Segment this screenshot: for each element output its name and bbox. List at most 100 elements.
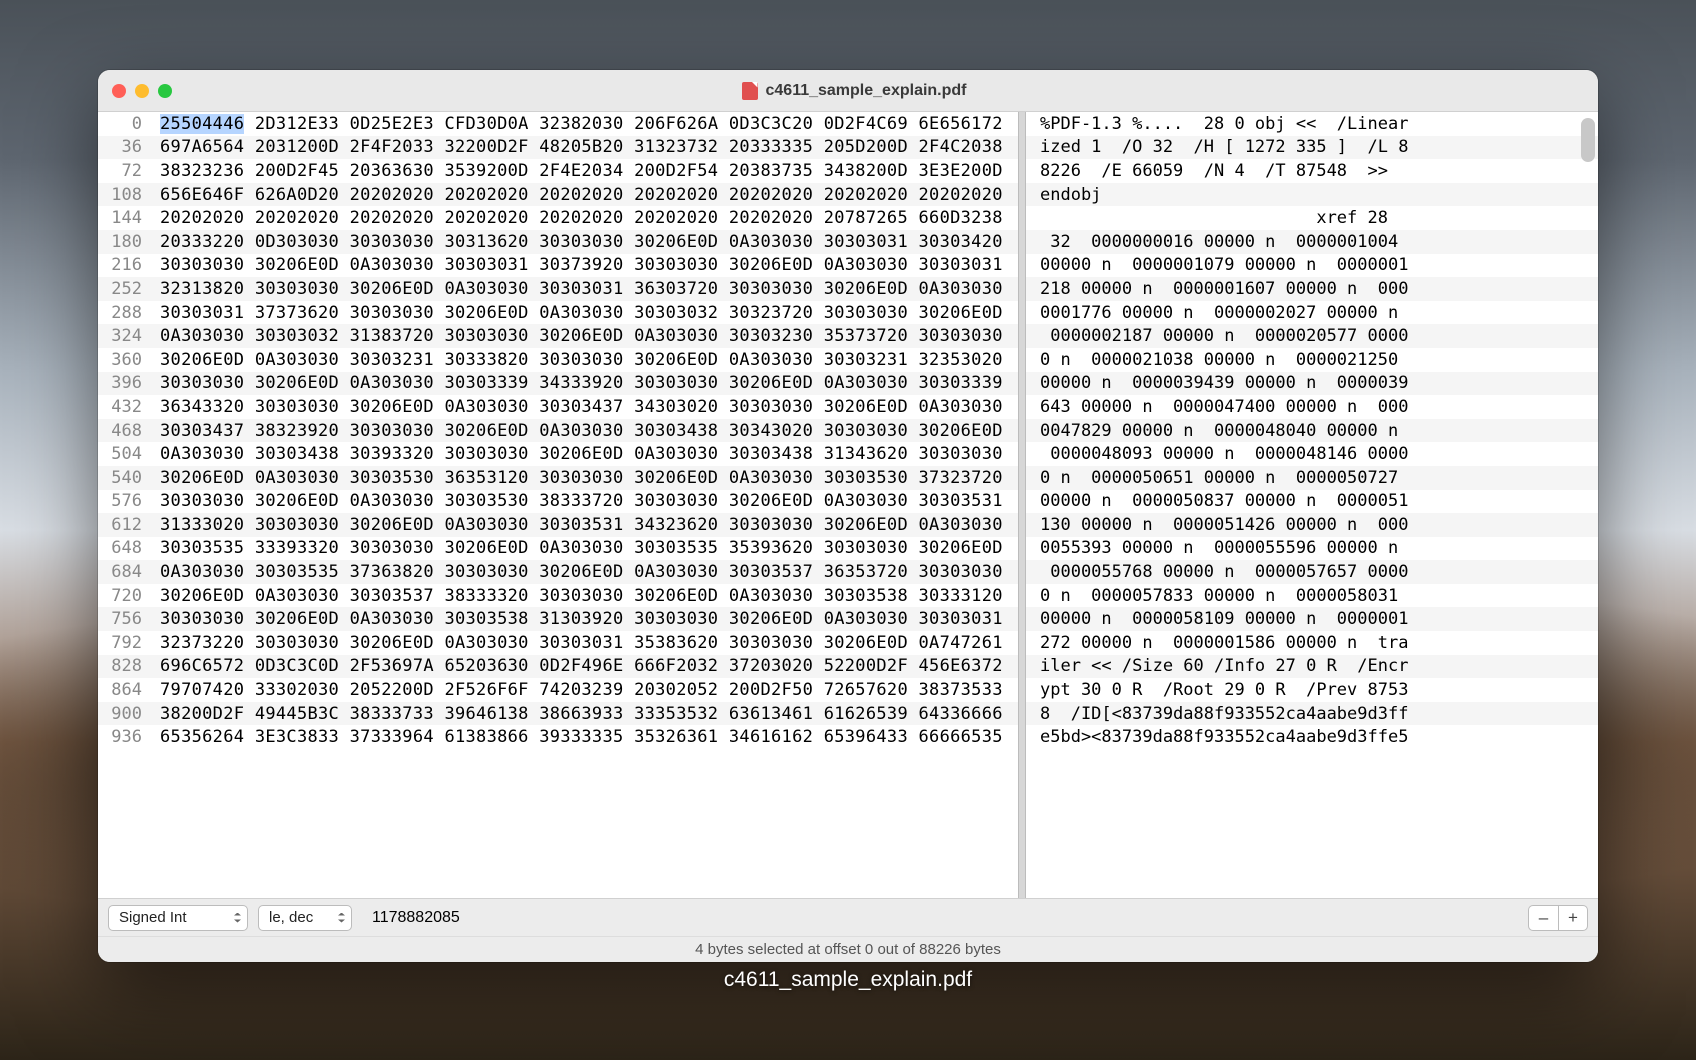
hex-cell[interactable]: 65356264 3E3C3833 37333964 61383866 3933…	[154, 725, 1018, 749]
ascii-row[interactable]: 0000002187 00000 n 0000020577 0000	[1026, 324, 1598, 348]
increment-button[interactable]: +	[1558, 905, 1588, 931]
pane-divider[interactable]	[1018, 112, 1026, 898]
ascii-cell[interactable]: 00000 n 0000058109 00000 n 0000001	[1026, 607, 1598, 631]
ascii-cell[interactable]: 0055393 00000 n 0000055596 00000 n	[1026, 537, 1598, 561]
hex-row[interactable]: 72030206E0D 0A303030 30303537 38333320 3…	[98, 584, 1018, 608]
hex-cell[interactable]: 20202020 20202020 20202020 20202020 2020…	[154, 206, 1018, 230]
hex-cell[interactable]: 31333020 30303030 30206E0D 0A303030 3030…	[154, 513, 1018, 537]
ascii-pane[interactable]: %PDF-1.3 %.... 28 0 obj << /Linearized 1…	[1026, 112, 1598, 898]
ascii-cell[interactable]: 130 00000 n 0000051426 00000 n 000	[1026, 513, 1598, 537]
hex-row[interactable]: 46830303437 38323920 30303030 30206E0D 0…	[98, 419, 1018, 443]
ascii-row[interactable]: 00000 n 0000001079 00000 n 0000001	[1026, 254, 1598, 278]
ascii-row[interactable]: %PDF-1.3 %.... 28 0 obj << /Linear	[1026, 112, 1598, 136]
zoom-icon[interactable]	[158, 84, 172, 98]
ascii-cell[interactable]: 00000 n 0000050837 00000 n 0000051	[1026, 490, 1598, 514]
hex-cell[interactable]: 0A303030 30303535 37363820 30303030 3020…	[154, 560, 1018, 584]
endian-select[interactable]: le, dec	[258, 905, 352, 931]
ascii-cell[interactable]: 0047829 00000 n 0000048040 00000 n	[1026, 419, 1598, 443]
hex-cell[interactable]: 0A303030 30303032 31383720 30303030 3020…	[154, 324, 1018, 348]
hex-cell[interactable]: 38323236 200D2F45 20363630 3539200D 2F4E…	[154, 159, 1018, 183]
ascii-cell[interactable]: 272 00000 n 0000001586 00000 n tra	[1026, 631, 1598, 655]
ascii-row[interactable]: e5bd><83739da88f933552ca4aabe9d3ffe5	[1026, 725, 1598, 749]
hex-row[interactable]: 79232373220 30303030 30206E0D 0A303030 3…	[98, 631, 1018, 655]
ascii-row[interactable]: 0000055768 00000 n 0000057657 0000	[1026, 560, 1598, 584]
hex-row[interactable]: 3240A303030 30303032 31383720 30303030 3…	[98, 324, 1018, 348]
ascii-row[interactable]: 8226 /E 66059 /N 4 /T 87548 >>	[1026, 159, 1598, 183]
ascii-row[interactable]: 0 n 0000057833 00000 n 0000058031	[1026, 584, 1598, 608]
hex-row[interactable]: 21630303030 30206E0D 0A303030 30303031 3…	[98, 254, 1018, 278]
hex-row[interactable]: 5040A303030 30303438 30393320 30303030 3…	[98, 442, 1018, 466]
ascii-row[interactable]: endobj	[1026, 183, 1598, 207]
ascii-cell[interactable]: 643 00000 n 0000047400 00000 n 000	[1026, 395, 1598, 419]
decrement-button[interactable]: –	[1528, 905, 1558, 931]
ascii-cell[interactable]: ypt 30 0 R /Root 29 0 R /Prev 8753	[1026, 678, 1598, 702]
ascii-cell[interactable]: 8 /ID[<83739da88f933552ca4aabe9d3ff	[1026, 702, 1598, 726]
hex-row[interactable]: 75630303030 30206E0D 0A303030 30303538 3…	[98, 607, 1018, 631]
hex-row[interactable]: 108656E646F 626A0D20 20202020 20202020 2…	[98, 183, 1018, 207]
hex-cell[interactable]: 30303030 30206E0D 0A303030 30303031 3037…	[154, 254, 1018, 278]
format-select[interactable]: Signed Int	[108, 905, 248, 931]
ascii-row[interactable]: iler << /Size 60 /Info 27 0 R /Encr	[1026, 655, 1598, 679]
ascii-row[interactable]: 0055393 00000 n 0000055596 00000 n	[1026, 537, 1598, 561]
ascii-row[interactable]: 0047829 00000 n 0000048040 00000 n	[1026, 419, 1598, 443]
ascii-row[interactable]: 32 0000000016 00000 n 0000001004	[1026, 230, 1598, 254]
hex-cell[interactable]: 30206E0D 0A303030 30303537 38333320 3030…	[154, 584, 1018, 608]
ascii-cell[interactable]: ized 1 /O 32 /H [ 1272 335 ] /L 8	[1026, 136, 1598, 160]
hex-row[interactable]: 39630303030 30206E0D 0A303030 30303339 3…	[98, 372, 1018, 396]
ascii-row[interactable]: 0000048093 00000 n 0000048146 0000	[1026, 442, 1598, 466]
ascii-row[interactable]: ized 1 /O 32 /H [ 1272 335 ] /L 8	[1026, 136, 1598, 160]
hex-row[interactable]: 14420202020 20202020 20202020 20202020 2…	[98, 206, 1018, 230]
hex-row[interactable]: 43236343320 30303030 30206E0D 0A303030 3…	[98, 395, 1018, 419]
ascii-row[interactable]: 218 00000 n 0000001607 00000 n 000	[1026, 277, 1598, 301]
ascii-row[interactable]: ypt 30 0 R /Root 29 0 R /Prev 8753	[1026, 678, 1598, 702]
ascii-cell[interactable]: 0000048093 00000 n 0000048146 0000	[1026, 442, 1598, 466]
hex-cell[interactable]: 30206E0D 0A303030 30303231 30333820 3030…	[154, 348, 1018, 372]
hex-row[interactable]: 64830303535 33393320 30303030 30206E0D 0…	[98, 537, 1018, 561]
ascii-cell[interactable]: 0001776 00000 n 0000002027 00000 n	[1026, 301, 1598, 325]
ascii-row[interactable]: 0 n 0000021038 00000 n 0000021250	[1026, 348, 1598, 372]
hex-row[interactable]: 025504446 2D312E33 0D25E2E3 CFD30D0A 323…	[98, 112, 1018, 136]
hex-cell[interactable]: 30303030 30206E0D 0A303030 30303339 3433…	[154, 372, 1018, 396]
hex-cell[interactable]: 20333220 0D303030 30303030 30313620 3030…	[154, 230, 1018, 254]
ascii-cell[interactable]: endobj	[1026, 183, 1598, 207]
hex-row[interactable]: 93665356264 3E3C3833 37333964 61383866 3…	[98, 725, 1018, 749]
ascii-row[interactable]: 130 00000 n 0000051426 00000 n 000	[1026, 513, 1598, 537]
ascii-cell[interactable]: 8226 /E 66059 /N 4 /T 87548 >>	[1026, 159, 1598, 183]
ascii-cell[interactable]: 0000055768 00000 n 0000057657 0000	[1026, 560, 1598, 584]
hex-row[interactable]: 18020333220 0D303030 30303030 30313620 3…	[98, 230, 1018, 254]
scrollbar-thumb[interactable]	[1581, 118, 1595, 162]
hex-row[interactable]: 828696C6572 0D3C3C0D 2F53697A 65203630 0…	[98, 655, 1018, 679]
ascii-row[interactable]: 00000 n 0000058109 00000 n 0000001	[1026, 607, 1598, 631]
hex-cell[interactable]: 697A6564 2031200D 2F4F2033 32200D2F 4820…	[154, 136, 1018, 160]
hex-cell[interactable]: 30303030 30206E0D 0A303030 30303538 3130…	[154, 607, 1018, 631]
hex-cell[interactable]: 32313820 30303030 30206E0D 0A303030 3030…	[154, 277, 1018, 301]
hex-row[interactable]: 36030206E0D 0A303030 30303231 30333820 3…	[98, 348, 1018, 372]
hex-row[interactable]: 28830303031 37373620 30303030 30206E0D 0…	[98, 301, 1018, 325]
hex-row[interactable]: 57630303030 30206E0D 0A303030 30303530 3…	[98, 490, 1018, 514]
hex-row[interactable]: 7238323236 200D2F45 20363630 3539200D 2F…	[98, 159, 1018, 183]
hex-cell[interactable]: 30303030 30206E0D 0A303030 30303530 3833…	[154, 490, 1018, 514]
ascii-row[interactable]: 00000 n 0000050837 00000 n 0000051	[1026, 490, 1598, 514]
ascii-cell[interactable]: xref 28	[1026, 206, 1598, 230]
hex-cell[interactable]: 36343320 30303030 30206E0D 0A303030 3030…	[154, 395, 1018, 419]
ascii-row[interactable]: 272 00000 n 0000001586 00000 n tra	[1026, 631, 1598, 655]
hex-row[interactable]: 25232313820 30303030 30206E0D 0A303030 3…	[98, 277, 1018, 301]
ascii-cell[interactable]: iler << /Size 60 /Info 27 0 R /Encr	[1026, 655, 1598, 679]
hex-cell[interactable]: 30303437 38323920 30303030 30206E0D 0A30…	[154, 419, 1018, 443]
hex-cell[interactable]: 30303031 37373620 30303030 30206E0D 0A30…	[154, 301, 1018, 325]
ascii-row[interactable]: 643 00000 n 0000047400 00000 n 000	[1026, 395, 1598, 419]
ascii-cell[interactable]: 00000 n 0000001079 00000 n 0000001	[1026, 254, 1598, 278]
ascii-row[interactable]: 0 n 0000050651 00000 n 0000050727	[1026, 466, 1598, 490]
hex-cell[interactable]: 38200D2F 49445B3C 38333733 39646138 3866…	[154, 702, 1018, 726]
titlebar[interactable]: c4611_sample_explain.pdf	[98, 70, 1598, 112]
hex-row[interactable]: 86479707420 33302030 2052200D 2F526F6F 7…	[98, 678, 1018, 702]
hex-cell[interactable]: 696C6572 0D3C3C0D 2F53697A 65203630 0D2F…	[154, 655, 1018, 679]
ascii-cell[interactable]: 0 n 0000021038 00000 n 0000021250	[1026, 348, 1598, 372]
ascii-row[interactable]: 0001776 00000 n 0000002027 00000 n	[1026, 301, 1598, 325]
hex-cell[interactable]: 32373220 30303030 30206E0D 0A303030 3030…	[154, 631, 1018, 655]
selected-bytes[interactable]: 25504446	[160, 114, 244, 134]
ascii-cell[interactable]: 32 0000000016 00000 n 0000001004	[1026, 230, 1598, 254]
ascii-cell[interactable]: %PDF-1.3 %.... 28 0 obj << /Linear	[1026, 112, 1598, 136]
ascii-row[interactable]: 00000 n 0000039439 00000 n 0000039	[1026, 372, 1598, 396]
hex-cell[interactable]: 25504446 2D312E33 0D25E2E3 CFD30D0A 3238…	[154, 112, 1018, 136]
